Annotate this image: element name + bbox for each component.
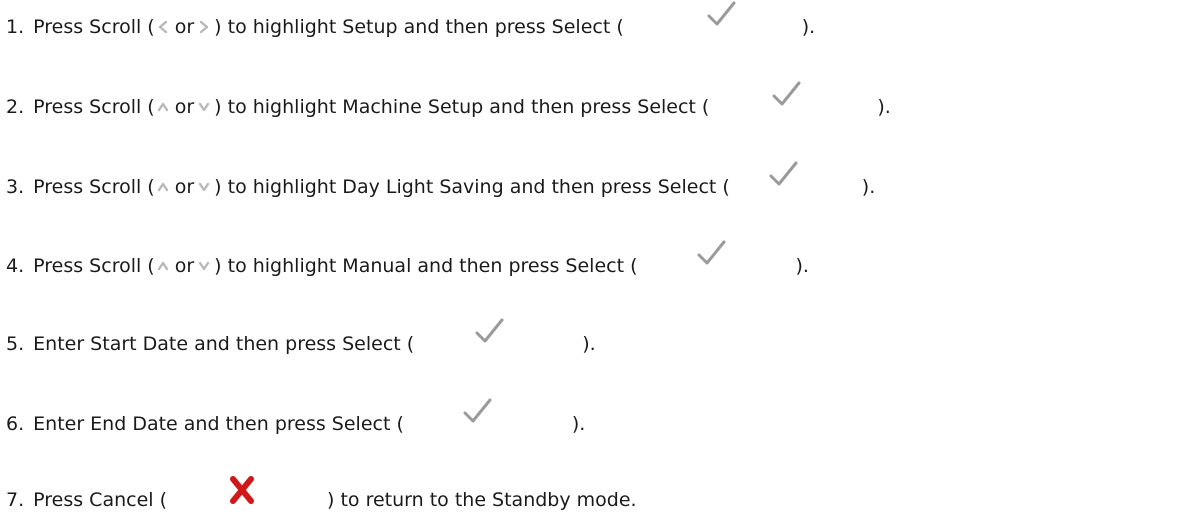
step-4: 4. Press Scroll ( or ) to highlight Manu… [6,240,809,281]
check-icon [462,397,492,427]
step-end-text: ). [795,255,809,277]
step-text: ) to highlight Manual and then press Sel… [214,255,638,277]
step-text: Press Scroll ( [33,96,155,118]
step-text: Enter End Date and then press Select ( [33,413,404,435]
step-number: 5. [6,333,25,355]
step-2: 2. Press Scroll ( or ) to highlight Mach… [6,81,891,122]
step-number: 4. [6,255,25,277]
check-icon [771,80,801,110]
down-arrow-icon [198,100,210,114]
step-text: ) to highlight Machine Setup and then pr… [214,96,710,118]
step-text: Press Scroll ( [33,16,155,38]
step-text: Press Scroll ( [33,176,155,198]
right-arrow-icon [198,20,210,34]
step-text: ) to highlight Setup and then press Sele… [214,16,624,38]
step-5: 5. Enter Start Date and then press Selec… [6,318,596,359]
step-text: Enter Start Date and then press Select ( [33,333,415,355]
up-arrow-icon [157,259,169,273]
step-7: 7. Press Cancel ( ) to return to the Sta… [6,476,637,515]
step-end-text: ). [801,16,816,38]
up-arrow-icon [157,100,169,114]
left-arrow-icon [157,20,169,34]
step-text: Press Cancel ( [33,489,168,511]
step-end-text: ) to return to the Standby mode. [327,489,637,511]
check-icon [768,160,798,190]
step-number: 7. [6,489,25,511]
check-icon [706,0,736,30]
or-text: or [174,96,195,118]
step-text: Press Scroll ( [33,255,155,277]
step-end-text: ). [877,96,891,118]
down-arrow-icon [198,180,210,194]
step-3: 3. Press Scroll ( or ) to highlight Day … [6,161,876,202]
or-text: or [174,176,195,198]
step-end-text: ). [571,413,586,435]
down-arrow-icon [198,259,210,273]
check-icon [474,317,504,347]
step-number: 3. [6,176,25,198]
or-text: or [174,16,195,38]
step-number: 2. [6,96,25,118]
step-text: ) to highlight Day Light Saving and then… [214,176,730,198]
step-number: 6. [6,413,25,435]
up-arrow-icon [157,180,169,194]
step-end-text: ). [582,333,596,355]
step-1: 1. Press Scroll ( or ) to highlight Setu… [6,1,816,42]
or-text: or [174,255,195,277]
step-end-text: ). [861,176,876,198]
step-number: 1. [6,16,25,38]
step-6: 6. Enter End Date and then press Select … [6,398,586,439]
cancel-x-icon [229,475,255,505]
check-icon [696,239,726,269]
